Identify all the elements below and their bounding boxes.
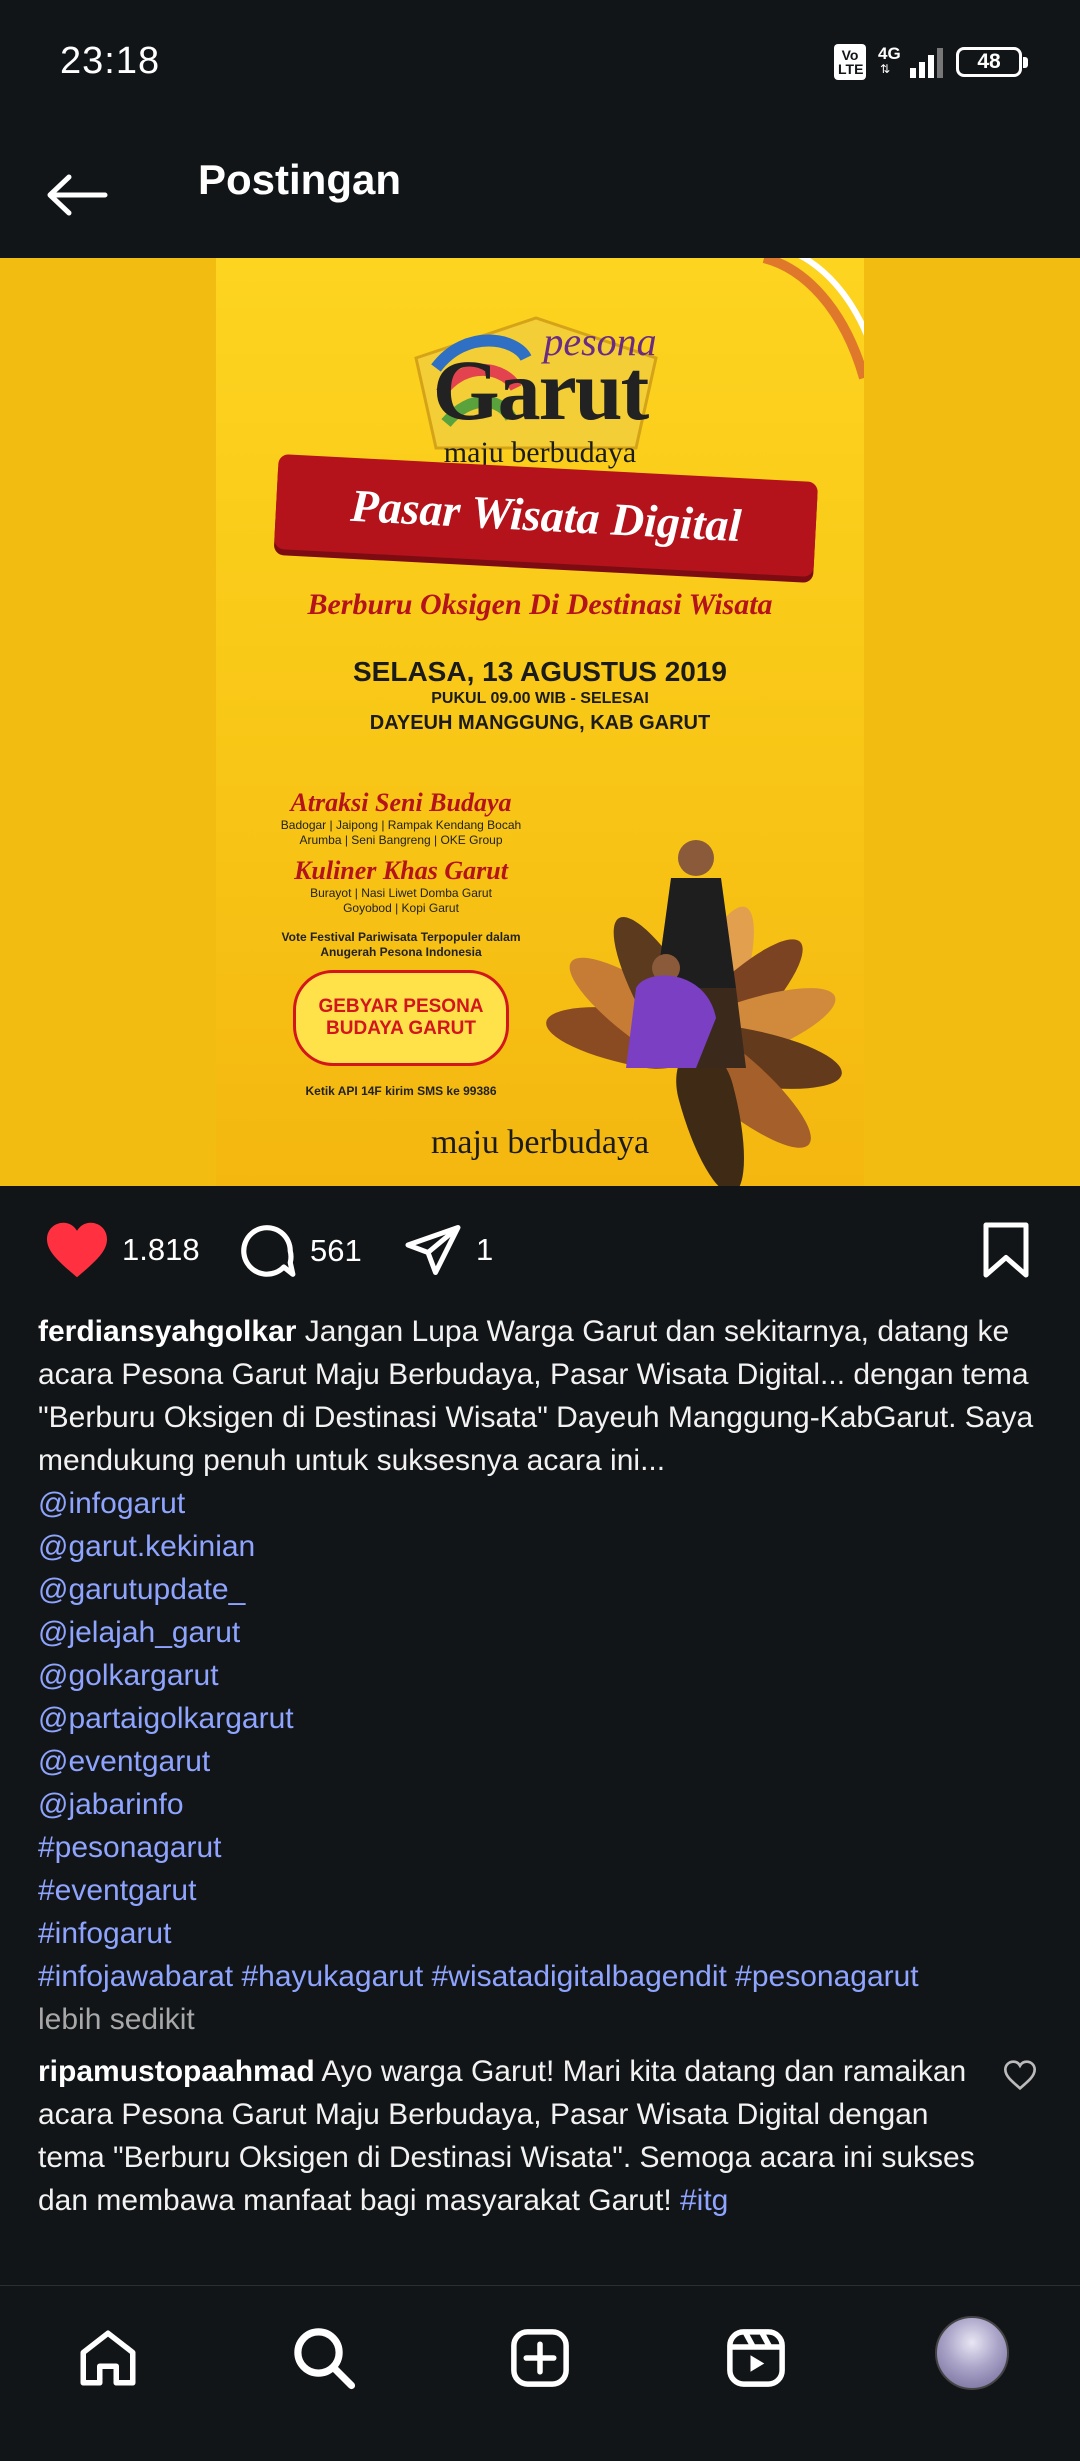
- like-button[interactable]: 1.818: [44, 1220, 200, 1280]
- ribbon-title: Pasar Wisata Digital: [349, 479, 743, 552]
- poster-date: SELASA, 13 AGUSTUS 2019: [353, 656, 727, 687]
- dancers-illustration: [626, 840, 746, 1068]
- logo-garut: Garut: [432, 342, 650, 438]
- comment-count: 561: [310, 1233, 362, 1268]
- share-count: 1: [476, 1232, 494, 1267]
- status-time: 23:18: [60, 40, 161, 82]
- post-image[interactable]: pesona Garut maju berbudaya Pasar Wisata…: [0, 258, 1080, 1186]
- comment-item: ripamustopaahmad Ayo warga Garut! Mari k…: [38, 2050, 998, 2222]
- back-button[interactable]: [42, 160, 112, 230]
- event-poster: pesona Garut maju berbudaya Pasar Wisata…: [216, 258, 864, 1186]
- poster-details: Atraksi Seni Budaya Badogar | Jaipong | …: [266, 788, 536, 1098]
- section2-title: Kuliner Khas Garut: [294, 856, 508, 885]
- show-less-link[interactable]: lebih sedikit: [38, 1998, 1038, 2041]
- comment-username[interactable]: ripamustopaahmad: [38, 2055, 315, 2088]
- caption-username[interactable]: ferdiansyahgolkar: [38, 1315, 296, 1348]
- status-icons: Vo LTE 4G ⇅ 48: [834, 44, 1028, 80]
- arrow-left-icon: [47, 174, 108, 216]
- paper-plane-icon: [405, 1225, 461, 1275]
- volte-icon: Vo LTE: [834, 44, 866, 80]
- caption-tag[interactable]: @garutupdate_: [38, 1568, 1038, 1611]
- section1-items: Badogar | Jaipong | Rampak Kendang Bocah…: [280, 818, 522, 847]
- battery-icon: 48: [956, 47, 1028, 77]
- network-type: 4G: [878, 44, 901, 63]
- nav-create[interactable]: [500, 2318, 580, 2398]
- caption-tag[interactable]: @eventgarut: [38, 1740, 1038, 1783]
- caption-tag[interactable]: #pesonagarut: [38, 1826, 1038, 1869]
- poster-slogan: Berburu Oksigen Di Destinasi Wisata: [307, 588, 773, 621]
- nav-reels[interactable]: [716, 2318, 796, 2398]
- page-title: Postingan: [198, 156, 402, 203]
- nav-home[interactable]: [68, 2318, 148, 2398]
- signal-bar: [928, 55, 934, 78]
- caption-tag[interactable]: @partaigolkargarut: [38, 1697, 1038, 1740]
- badge-line1: GEBYAR PESONA: [318, 996, 484, 1017]
- save-button[interactable]: [980, 1220, 1032, 1285]
- bottom-nav: [0, 2285, 1080, 2461]
- home-icon: [80, 2330, 136, 2386]
- caption-tag[interactable]: @jabarinfo: [38, 1783, 1038, 1826]
- share-button[interactable]: 1: [402, 1220, 493, 1280]
- poster-ribbon: Pasar Wisata Digital: [273, 453, 819, 578]
- section2-items: Burayot | Nasi Liwet Domba Garut Goyobod…: [310, 886, 492, 915]
- caption-tag[interactable]: @golkargarut: [38, 1654, 1038, 1697]
- caption-tag[interactable]: #infojawabarat #hayukagarut #wisatadigit…: [38, 1955, 1038, 1998]
- data-arrows-icon: ⇅: [880, 62, 891, 76]
- caption-tag[interactable]: #infogarut: [38, 1912, 1038, 1955]
- poster-time: PUKUL 09.00 WIB - SELESAI: [431, 690, 649, 707]
- heart-filled-icon: [47, 1222, 107, 1278]
- signal-bar: [919, 62, 925, 78]
- comment-tag[interactable]: #itg: [680, 2184, 728, 2217]
- post-actions: 1.818 561 1: [0, 1186, 1080, 1314]
- caption-tag[interactable]: @jelajah_garut: [38, 1611, 1038, 1654]
- plus-square-icon: [511, 2329, 569, 2387]
- poster-place: DAYEUH MANGGUNG, KAB GARUT: [369, 712, 711, 734]
- like-count: 1.818: [122, 1232, 200, 1267]
- poster-footer: maju berbudaya: [430, 1124, 650, 1161]
- nav-profile-avatar[interactable]: [935, 2316, 1009, 2390]
- section1-title: Atraksi Seni Budaya: [290, 788, 512, 817]
- caption-tag[interactable]: @infogarut: [38, 1482, 1038, 1525]
- caption-tag[interactable]: #eventgarut: [38, 1869, 1038, 1912]
- signal-icon: 4G ⇅: [878, 44, 944, 80]
- status-bar: 23:18 Vo LTE 4G ⇅ 48: [0, 0, 1080, 130]
- signal-bar: [910, 68, 916, 78]
- top-bar: Postingan: [0, 130, 1080, 258]
- nav-search[interactable]: [284, 2318, 364, 2398]
- gebyar-badge: GEBYAR PESONA BUDAYA GARUT: [293, 970, 509, 1066]
- bookmark-icon: [983, 1222, 1029, 1278]
- caption-tag[interactable]: @garut.kekinian: [38, 1525, 1038, 1568]
- signal-bar: [937, 48, 943, 78]
- comment-like-button[interactable]: [1003, 2060, 1037, 2095]
- reels-icon: [727, 2329, 785, 2387]
- badge-line2: BUDAYA GARUT: [326, 1018, 476, 1039]
- heart-outline-icon: [1003, 2060, 1037, 2091]
- search-icon: [294, 2328, 356, 2390]
- sms-text: Ketik API 14F kirim SMS ke 99386: [305, 1084, 497, 1098]
- vote-text: Vote Festival Pariwisata Terpopuler dala…: [281, 930, 521, 959]
- post-caption: ferdiansyahgolkar Jangan Lupa Warga Garu…: [38, 1310, 1038, 2041]
- speech-bubble-icon: [241, 1225, 296, 1277]
- battery-level: 48: [977, 50, 1001, 73]
- comment-button[interactable]: 561: [236, 1220, 362, 1282]
